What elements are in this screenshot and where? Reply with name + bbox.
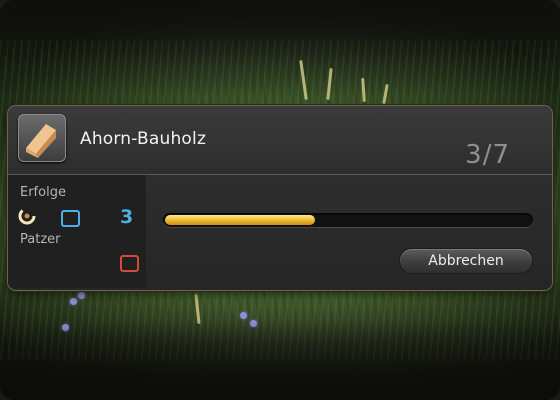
lumber-plank-icon xyxy=(18,114,66,162)
bottom-vignette xyxy=(0,320,560,400)
step-counter: 3/7 xyxy=(465,140,510,170)
result-panel: Erfolge 3 Patzer xyxy=(8,175,146,288)
success-indicator-icon xyxy=(61,210,80,227)
loading-spinner-icon xyxy=(18,207,36,225)
flower xyxy=(70,298,77,305)
success-count: 3 xyxy=(120,206,134,228)
progress-bar xyxy=(163,213,533,227)
failures-label: Patzer xyxy=(20,232,61,247)
progress-panel: Abbrechen xyxy=(147,175,550,288)
synthesis-window: Ahorn-Bauholz 3/7 Erfolge 3 Patzer Abbre… xyxy=(8,106,552,290)
flower xyxy=(78,292,85,299)
cancel-button[interactable]: Abbrechen xyxy=(400,249,532,273)
item-name: Ahorn-Bauholz xyxy=(80,129,207,149)
successes-label: Erfolge xyxy=(20,185,66,200)
synthesis-header: Ahorn-Bauholz 3/7 xyxy=(8,106,552,175)
flower xyxy=(240,312,247,319)
failure-indicator-icon xyxy=(120,255,139,272)
progress-bar-fill xyxy=(165,215,315,225)
top-vignette xyxy=(0,0,560,60)
